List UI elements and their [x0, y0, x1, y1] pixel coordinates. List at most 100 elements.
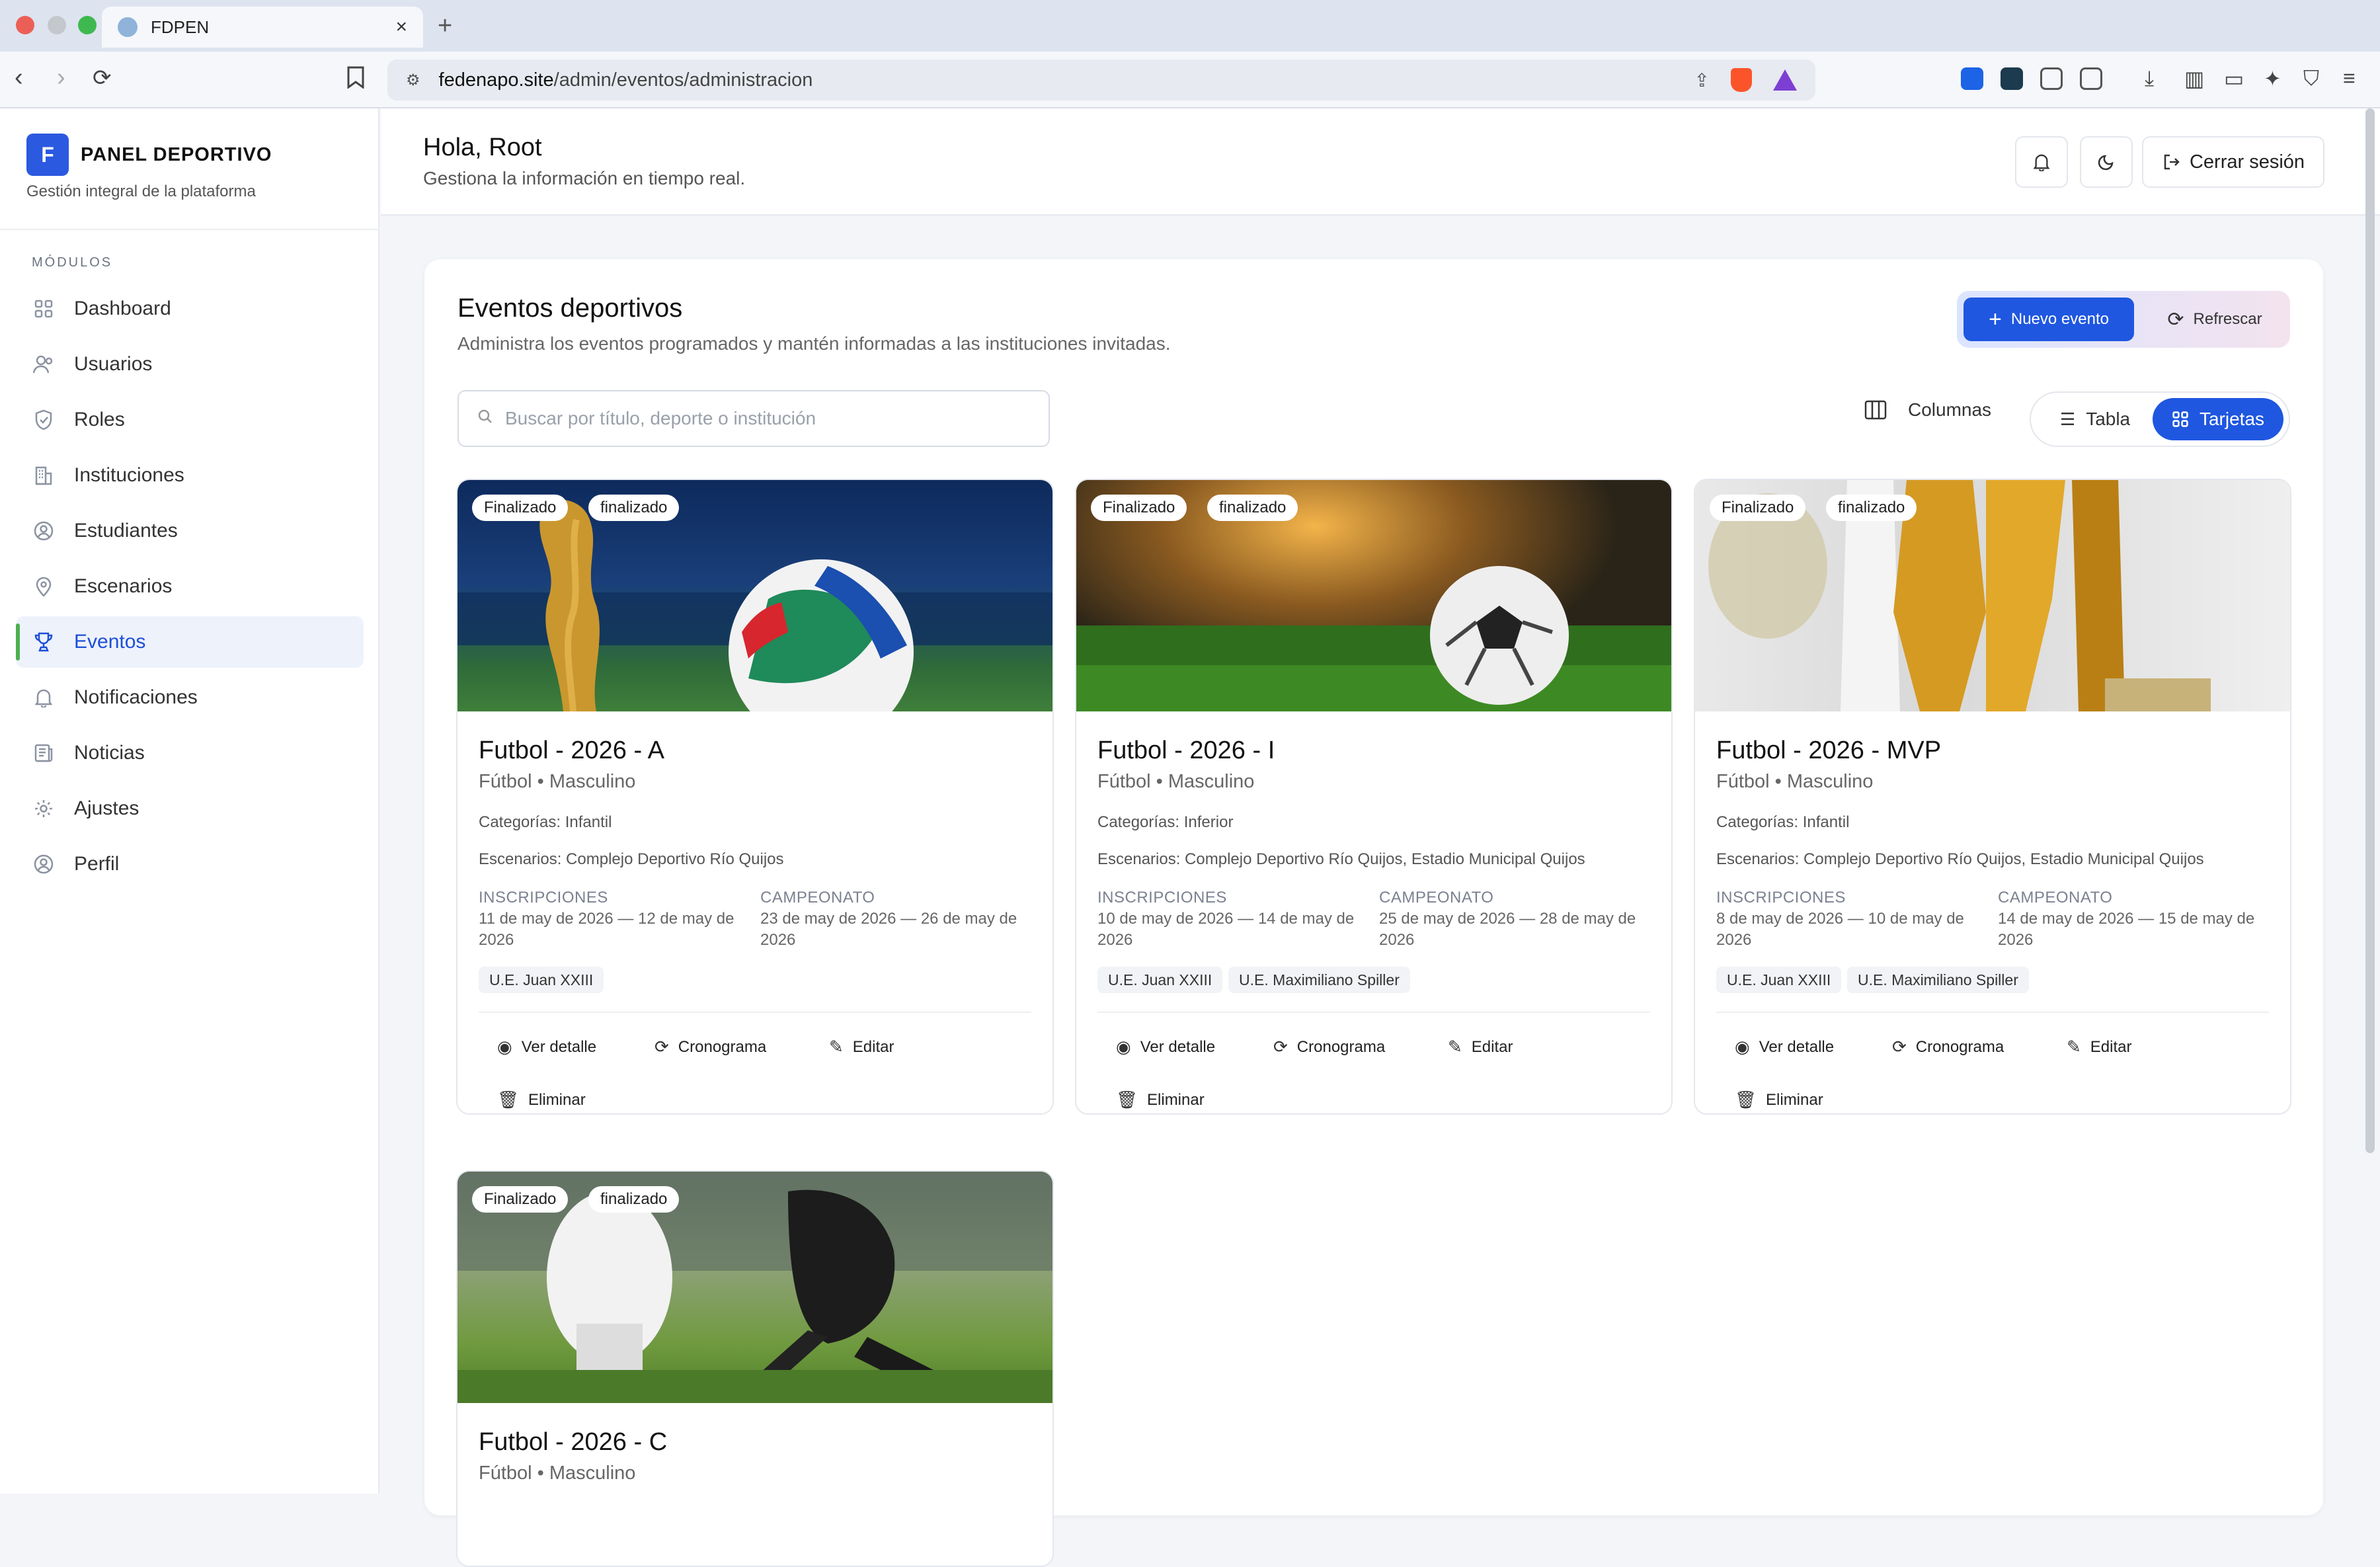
site-settings-icon[interactable]: ⚙: [406, 71, 420, 90]
refresh-button[interactable]: ⟳ Refrescar: [2149, 298, 2281, 341]
event-card: Finalizado finalizado Futbol - 2026 - I …: [1075, 479, 1673, 1115]
edit-label: Editar: [2090, 1037, 2132, 1056]
close-window-button[interactable]: [16, 16, 34, 34]
sidebar-item-perfil[interactable]: Perfil: [16, 838, 364, 890]
tab-close-icon[interactable]: ×: [395, 16, 407, 38]
schedule-button[interactable]: ⟳ Cronograma: [1892, 1037, 2004, 1057]
columns-button[interactable]: Columnas: [1864, 399, 1991, 421]
refresh-icon: ⟳: [654, 1037, 669, 1057]
delete-button[interactable]: 🗑 Eliminar: [1116, 1090, 1205, 1110]
institution-tag: U.E. Maximiliano Spiller: [1228, 967, 1410, 993]
schedule-button[interactable]: ⟳ Cronograma: [654, 1037, 766, 1057]
extension-m-icon[interactable]: [1961, 67, 1983, 90]
new-event-button[interactable]: + Nuevo evento: [1964, 298, 2134, 341]
schedule-button[interactable]: ⟳ Cronograma: [1273, 1037, 1385, 1057]
sidebar-item-ajustes[interactable]: Ajustes: [16, 783, 364, 834]
menu-icon[interactable]: ≡: [2343, 66, 2356, 91]
trash-icon: 🗑: [1116, 1090, 1138, 1109]
institution-tag: U.E. Maximiliano Spiller: [1847, 967, 2029, 993]
championship-label: CAMPEONATO: [1379, 889, 1494, 906]
sidebar-item-label: Noticias: [74, 742, 145, 764]
user-circle-icon: [32, 852, 56, 876]
vpn-shield-icon[interactable]: ⛉: [2303, 66, 2319, 91]
view-detail-button[interactable]: ◉ Ver detalle: [1735, 1037, 1834, 1057]
reader-icon[interactable]: [2080, 67, 2102, 90]
event-sport: Fútbol • Masculino: [1716, 771, 1874, 792]
search-input[interactable]: Buscar por título, deporte o institución: [457, 390, 1050, 447]
extension-react-icon[interactable]: [2001, 67, 2023, 90]
event-venues: Escenarios: Complejo Deportivo Río Quijo…: [1097, 850, 1585, 868]
event-sport: Fútbol • Masculino: [479, 1463, 636, 1484]
status-badge: Finalizado: [472, 1186, 569, 1213]
state-badge: finalizado: [588, 1186, 680, 1213]
new-tab-button[interactable]: +: [438, 12, 452, 40]
championship-dates: 23 de may de 2026 — 26 de may de 2026: [760, 910, 1017, 949]
brave-rewards-icon[interactable]: [1773, 69, 1797, 91]
forward-icon[interactable]: ›: [57, 63, 65, 92]
sidebar-item-notificaciones[interactable]: Notificaciones: [16, 672, 364, 723]
wallet-icon[interactable]: ▭: [2224, 66, 2244, 91]
event-card: Finalizado finalizado Futbol - 2026 - C …: [456, 1170, 1054, 1567]
extensions-icon[interactable]: [2040, 67, 2063, 90]
edit-button[interactable]: ✎ Editar: [2067, 1037, 2132, 1057]
registration-label: INSCRIPCIONES: [1097, 889, 1227, 906]
minimize-window-button[interactable]: [48, 16, 66, 34]
columns-icon: [1864, 400, 1887, 420]
sidebar-item-escenarios[interactable]: Escenarios: [16, 561, 364, 612]
status-badge: Finalizado: [1091, 495, 1187, 521]
championship-label: CAMPEONATO: [760, 889, 875, 906]
maximize-window-button[interactable]: [78, 16, 97, 34]
reload-icon[interactable]: ⟳: [93, 65, 112, 91]
sidebar-item-usuarios[interactable]: Usuarios: [16, 339, 364, 390]
sidebar-item-roles[interactable]: Roles: [16, 394, 364, 446]
sidebar-item-eventos[interactable]: Eventos: [16, 616, 364, 668]
sidebar-item-noticias[interactable]: Noticias: [16, 727, 364, 779]
active-indicator: [16, 623, 20, 661]
tab-title: FDPEN: [151, 17, 210, 37]
delete-button[interactable]: 🗑 Eliminar: [497, 1090, 586, 1110]
share-icon[interactable]: ⇪: [1694, 69, 1710, 91]
sidebar-toggle-icon[interactable]: ▥: [2184, 66, 2204, 91]
brand: F PANEL DEPORTIVO: [26, 134, 272, 176]
sidebar-item-estudiantes[interactable]: Estudiantes: [16, 505, 364, 557]
back-icon[interactable]: ‹: [15, 63, 23, 92]
sidebar-item-dashboard[interactable]: Dashboard: [16, 283, 364, 335]
bookmark-icon[interactable]: [346, 66, 365, 94]
browser-tab[interactable]: FDPEN ×: [102, 7, 423, 48]
sidebar-item-label: Instituciones: [74, 464, 184, 486]
edit-icon: ✎: [2067, 1037, 2081, 1057]
view-table-button[interactable]: ☰ Tabla: [2039, 398, 2151, 440]
institution-tag: U.E. Juan XXIII: [479, 967, 604, 993]
event-image: Finalizado finalizado: [1695, 480, 2290, 711]
eye-icon: ◉: [497, 1037, 512, 1057]
schedule-label: Cronograma: [678, 1037, 767, 1056]
users-icon: [32, 352, 56, 376]
download-icon[interactable]: ⤓: [2145, 66, 2154, 91]
notifications-button[interactable]: [2015, 136, 2068, 188]
view-detail-button[interactable]: ◉ Ver detalle: [1116, 1037, 1215, 1057]
map-pin-icon: [32, 575, 56, 598]
delete-button[interactable]: 🗑 Eliminar: [1735, 1090, 1823, 1110]
moon-icon: [2098, 155, 2114, 171]
brave-shield-icon[interactable]: [1731, 68, 1752, 92]
view-detail-button[interactable]: ◉ Ver detalle: [497, 1037, 596, 1057]
theme-toggle-button[interactable]: [2080, 136, 2133, 188]
view-cards-button[interactable]: Tarjetas: [2153, 398, 2283, 440]
actions-group: + Nuevo evento ⟳ Refrescar: [1957, 291, 2290, 348]
sidebar-item-label: Eventos: [74, 631, 146, 653]
logout-button[interactable]: Cerrar sesión: [2142, 136, 2324, 188]
event-venues: Escenarios: Complejo Deportivo Río Quijo…: [1716, 850, 2204, 868]
greeting-subtitle: Gestiona la información en tiempo real.: [423, 168, 746, 188]
edit-button[interactable]: ✎ Editar: [829, 1037, 894, 1057]
shield-icon: [32, 408, 56, 432]
edit-button[interactable]: ✎ Editar: [1448, 1037, 1513, 1057]
leo-ai-icon[interactable]: ✦: [2264, 66, 2281, 91]
page-scrollbar[interactable]: [2365, 108, 2375, 1153]
search-placeholder: Buscar por título, deporte o institución: [505, 408, 816, 428]
address-bar[interactable]: ⚙ fedenapo.site/admin/eventos/administra…: [387, 60, 1815, 100]
view-table-label: Tabla: [2086, 409, 2131, 429]
status-badge: Finalizado: [472, 495, 569, 521]
brand-name: PANEL DEPORTIVO: [81, 143, 272, 165]
sidebar-item-instituciones[interactable]: Instituciones: [16, 450, 364, 501]
user-circle-icon: [32, 519, 56, 543]
